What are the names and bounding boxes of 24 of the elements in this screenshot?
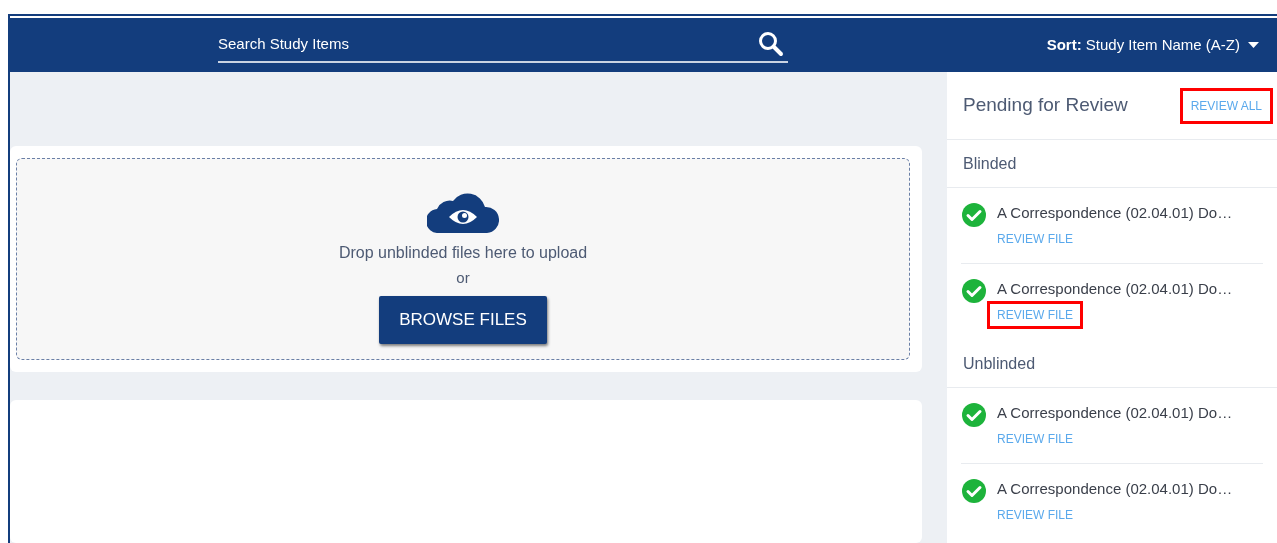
- review-file-link[interactable]: REVIEW FILE: [987, 424, 1083, 453]
- check-circle-icon: [961, 402, 987, 428]
- search-field[interactable]: Search Study Items: [218, 32, 718, 56]
- sort-dropdown[interactable]: Sort: Study Item Name (A-Z): [1046, 33, 1259, 57]
- check-circle-icon: [961, 278, 987, 304]
- review-file-link[interactable]: REVIEW FILE: [987, 224, 1083, 253]
- browse-files-button[interactable]: BROWSE FILES: [379, 295, 547, 344]
- panel-title: Pending for Review: [963, 93, 1128, 118]
- review-file-link[interactable]: REVIEW FILE: [987, 300, 1083, 329]
- check-circle-icon: [961, 478, 987, 504]
- file-name: A Correspondence (02.04.01) Do…: [997, 403, 1233, 423]
- group-label: Unblinded: [963, 353, 1036, 374]
- group-label: Blinded: [963, 153, 1017, 174]
- review-file-link[interactable]: REVIEW FILE: [987, 500, 1083, 529]
- or-text: or: [456, 268, 470, 288]
- search-icon[interactable]: [758, 31, 784, 57]
- file-name: A Correspondence (02.04.01) Do…: [997, 279, 1233, 299]
- caret-icon: [1248, 42, 1259, 48]
- check-circle-icon: [961, 202, 987, 228]
- file-name: A Correspondence (02.04.01) Do…: [997, 479, 1233, 499]
- review-all-link[interactable]: REVIEW ALL: [1179, 87, 1273, 124]
- upload-message: Drop unblinded files here to upload: [338, 243, 588, 263]
- file-name: A Correspondence (02.04.01) Do…: [997, 203, 1233, 223]
- drop-zone[interactable]: Drop unblinded files here to upload or BROWSE FILES: [16, 158, 910, 360]
